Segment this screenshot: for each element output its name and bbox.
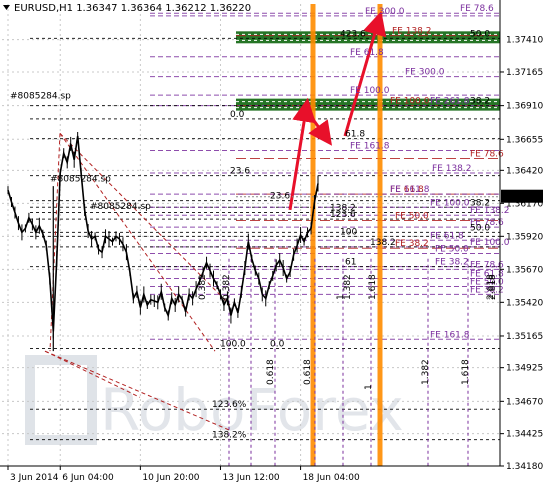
fib-label: 61 <box>345 258 356 268</box>
vertical-fib-label: 0.618 <box>266 359 276 385</box>
fib-label: 123.6 <box>330 210 356 220</box>
fib-label: 100.0 <box>220 340 246 350</box>
chart-title: EURUSD,H1 1.36347 1.36364 1.36212 1.3622… <box>14 3 251 14</box>
fib-label: FE 300.0 <box>365 7 405 17</box>
fib-label: 423.6 <box>340 29 366 39</box>
fib-label: 23.6 <box>230 167 250 177</box>
fib-label: FE 161.8 <box>430 330 470 340</box>
x-tick-label: 13 Jun 12:00 <box>222 473 279 483</box>
fib-label: 138.2% <box>212 431 247 441</box>
fib-label: FE 138.2 <box>432 164 472 174</box>
fib-label: FE 61.8 <box>430 231 464 241</box>
fib-label: 0.0 <box>230 110 245 120</box>
y-tick-label: 1.37165 <box>506 68 543 78</box>
x-tick-label: 18 Jun 04:00 <box>303 473 360 483</box>
fib-label: FE 261.8 <box>430 97 470 107</box>
vertical-fib-label: 0.382 <box>222 274 232 300</box>
fib-label: 50.0 <box>470 29 490 39</box>
chart: RoboForex FE 78.6 50.0 423.6 FE 300.0 FE 138… <box>0 0 543 485</box>
fib-label: FE 50.0 <box>435 244 469 254</box>
fib-label: FE 38.2 <box>395 239 429 249</box>
fib-label: FE 100.0 <box>350 86 390 96</box>
fib-label: FE 78.6 <box>460 4 494 14</box>
vertical-fib-label: 1.382 <box>421 359 431 385</box>
current-price-label: 1.36220 <box>504 193 541 203</box>
fib-label: 100 <box>340 227 357 237</box>
fib-label: 38.2 <box>470 97 490 107</box>
fib-label: #8085284.sp <box>90 202 151 212</box>
x-tick-label: 10 Jun 20:00 <box>142 473 199 483</box>
fib-label: #8085284.sp <box>50 175 111 185</box>
fib-label: 61.8 <box>345 130 365 140</box>
fib-label: FE 300.0 <box>405 68 445 78</box>
y-tick-label: 1.35420 <box>506 298 543 308</box>
y-tick-label: 1.36420 <box>506 166 543 176</box>
y-tick-label: 1.34670 <box>506 397 543 407</box>
fib-label: #8085284.sp <box>10 91 71 101</box>
vertical-fib-label: 1 <box>364 384 374 390</box>
fib-label: FE 38.2 <box>435 258 469 268</box>
vertical-fib-label: 1.618 <box>368 274 378 300</box>
fib-label: 0.0 <box>270 340 285 350</box>
fib-label: FE 61.8 <box>350 48 384 58</box>
y-tick-label: 1.35670 <box>506 265 543 275</box>
fib-label: 138.2 <box>370 238 396 248</box>
fib-label: FE 161.8 <box>350 142 390 152</box>
vertical-fib-label: 1.618 <box>461 359 471 385</box>
fib-label: FE 138.2 <box>392 27 432 37</box>
fib-label: FE 138.2 <box>470 206 510 216</box>
vertical-fib-label: 1.382 <box>343 274 353 300</box>
y-tick-label: 1.37410 <box>506 36 543 46</box>
fib-label: 123.6% <box>212 400 247 410</box>
y-tick-label: 1.36655 <box>506 135 543 145</box>
y-tick-label: 1.35165 <box>506 332 543 342</box>
vertical-fib-label: 2.618 <box>488 274 498 300</box>
chart-svg: RoboForex FE 78.650.0423.6FE 300.0FE 138… <box>0 0 543 485</box>
vertical-fib-label: 0.382 <box>198 274 208 300</box>
fib-label: FE 50.0 <box>395 211 429 221</box>
y-tick-label: 1.34425 <box>506 430 543 440</box>
fib-label: FE 78.6 <box>470 149 504 159</box>
fib-label: FE 100.0 <box>390 97 430 107</box>
fib-label: FE 161.8 <box>390 185 430 195</box>
x-tick-label: 3 Jun 2014 <box>10 473 59 483</box>
y-tick-label: 1.35920 <box>506 232 543 242</box>
fib-label: 50.0 <box>470 223 490 233</box>
y-tick-label: 1.34180 <box>506 462 543 472</box>
y-tick-label: 1.36910 <box>506 102 543 112</box>
fib-zone-band <box>236 31 500 44</box>
fib-label: FE 100.0 <box>430 198 470 208</box>
y-tick-label: 1.34925 <box>506 364 543 374</box>
vertical-fib-label: 0.618 <box>303 359 313 385</box>
x-tick-label: 6 Jun 04:00 <box>62 473 114 483</box>
fib-label: FE 100.0 <box>470 238 510 248</box>
